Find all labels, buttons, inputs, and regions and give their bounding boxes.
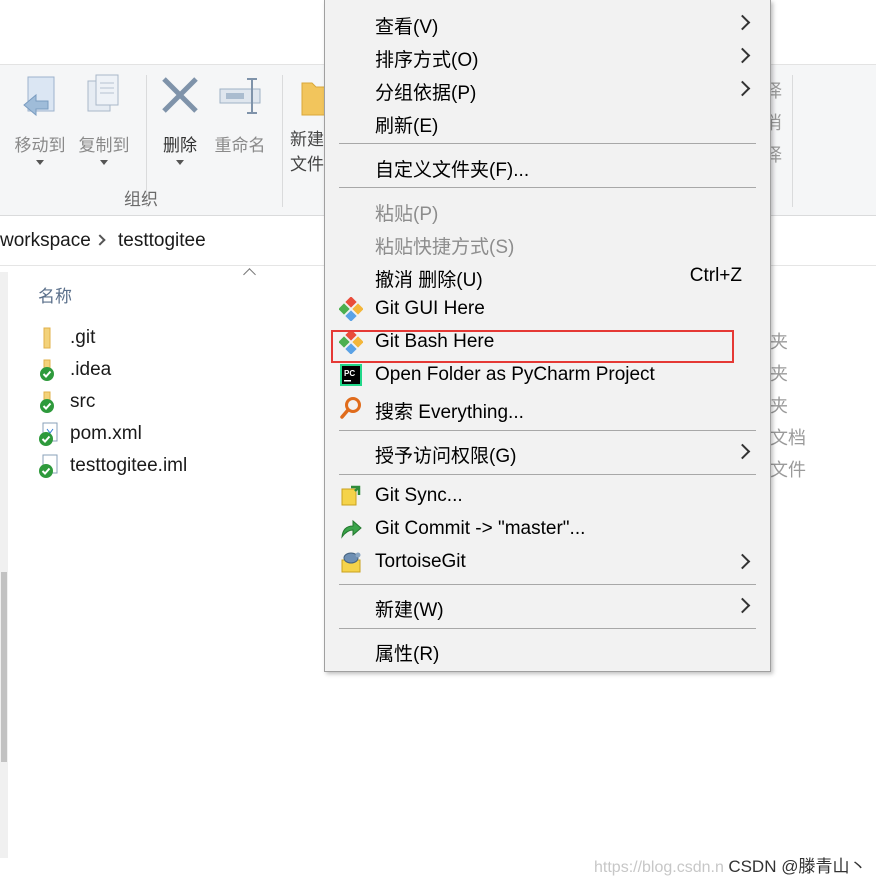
menu-separator: [339, 430, 756, 431]
file-name: .git: [70, 327, 96, 348]
chevron-right-icon: [734, 14, 751, 31]
menu-item-label: 查看(V): [375, 17, 439, 38]
menu-item-open-pycharm[interactable]: PC Open Folder as PyCharm Project: [325, 359, 770, 391]
sort-ascending-icon: [243, 268, 256, 281]
breadcrumb-workspace[interactable]: workspace: [0, 230, 91, 252]
menu-separator: [339, 584, 756, 585]
file-name: pom.xml: [70, 423, 142, 444]
navigation-scrollbar[interactable]: [0, 272, 8, 858]
copy-to-button[interactable]: 复制到: [78, 73, 130, 165]
menu-item-paste-shortcut: 粘贴快捷方式(S): [325, 227, 770, 259]
column-header-name[interactable]: 名称: [38, 282, 72, 307]
delete-button[interactable]: 删除: [154, 73, 206, 165]
menu-item-customize-folder[interactable]: 自定义文件夹(F)...: [325, 150, 770, 182]
menu-separator: [339, 187, 756, 188]
copy-to-label: 复制到: [78, 136, 130, 155]
menu-separator: [339, 474, 756, 475]
everything-search-icon: [339, 396, 363, 420]
svg-text:PC: PC: [344, 369, 355, 378]
chevron-down-icon: [36, 160, 44, 165]
folder-icon: [38, 326, 60, 350]
menu-item-label: TortoiseGit: [375, 551, 466, 572]
menu-item-label: Git Sync...: [375, 485, 463, 506]
file-type-fragment: 文件: [770, 460, 806, 480]
rename-icon: [214, 73, 266, 125]
folder-check-icon: [38, 390, 60, 414]
menu-item-label: Git Commit -> "master"...: [375, 518, 586, 539]
menu-item-label: Git GUI Here: [375, 298, 485, 319]
menu-separator: [339, 628, 756, 629]
menu-item-label: 分组依据(P): [375, 83, 477, 104]
menu-item-paste: 粘贴(P): [325, 194, 770, 226]
file-check-icon: [38, 454, 60, 478]
folder-check-icon: [38, 358, 60, 382]
rename-label: 重命名: [214, 136, 266, 155]
watermark-url: https://blog.csdn.n: [594, 859, 724, 876]
chevron-down-icon: [100, 160, 108, 165]
menu-item-label: Open Folder as PyCharm Project: [375, 364, 655, 385]
delete-label: 删除: [163, 136, 197, 155]
rename-button[interactable]: 重命名: [214, 73, 266, 156]
file-type-fragment: 夹: [770, 396, 788, 416]
ribbon-divider: [792, 75, 793, 207]
move-to-label: 移动到: [14, 136, 66, 155]
tortoisegit-icon: [339, 550, 363, 574]
file-type-fragment: 文档: [770, 428, 806, 448]
file-type-fragment: 夹: [770, 364, 788, 384]
menu-item-group-by[interactable]: 分组依据(P): [325, 73, 770, 105]
file-name: .idea: [70, 359, 112, 380]
chevron-down-icon: [176, 160, 184, 165]
scrollbar-thumb[interactable]: [1, 572, 7, 762]
menu-item-give-access[interactable]: 授予访问权限(G): [325, 436, 770, 468]
menu-item-label: 撤消 删除(U): [375, 270, 483, 291]
ribbon-group-label: 组织: [124, 190, 158, 209]
copy-to-icon: [78, 73, 130, 125]
delete-x-icon: [154, 73, 206, 125]
menu-item-new[interactable]: 新建(W): [325, 590, 770, 622]
menu-item-view[interactable]: 查看(V): [325, 7, 770, 39]
menu-separator: [339, 143, 756, 144]
chevron-right-icon: [734, 597, 751, 614]
git-gui-icon: [338, 296, 364, 322]
menu-item-undo-delete[interactable]: 撤消 删除(U) Ctrl+Z: [325, 260, 770, 292]
menu-item-label: 粘贴快捷方式(S): [375, 237, 515, 258]
move-to-icon: [14, 73, 66, 125]
watermark: https://blog.csdn.n CSDN @滕青山丶: [594, 852, 866, 877]
menu-item-git-gui-here[interactable]: Git GUI Here: [325, 293, 770, 325]
pycharm-icon: PC: [339, 363, 363, 387]
menu-item-label: 属性(R): [375, 644, 440, 665]
git-sync-icon: [339, 484, 363, 508]
menu-item-refresh[interactable]: 刷新(E): [325, 106, 770, 138]
xml-file-check-icon: [38, 422, 60, 446]
menu-item-git-sync[interactable]: Git Sync...: [325, 480, 770, 512]
git-commit-icon: [339, 517, 363, 541]
menu-item-label: 粘贴(P): [375, 204, 439, 225]
highlight-annotation-box: [331, 330, 734, 363]
menu-item-properties[interactable]: 属性(R): [325, 634, 770, 666]
menu-item-tortoisegit[interactable]: TortoiseGit: [325, 546, 770, 578]
menu-item-shortcut: Ctrl+Z: [689, 265, 742, 286]
context-menu: 查看(V) 排序方式(O) 分组依据(P) 刷新(E) 自定义文件夹(F)...…: [324, 0, 771, 672]
watermark-brand: CSDN @滕青山丶: [728, 857, 867, 876]
breadcrumb-testtogitee[interactable]: testtogitee: [118, 230, 206, 252]
chevron-right-icon: [734, 443, 751, 460]
move-to-button[interactable]: 移动到: [14, 73, 66, 165]
file-type-fragment: 夹: [770, 332, 788, 352]
menu-item-label: 新建(W): [375, 600, 444, 621]
chevron-right-icon: [734, 553, 751, 570]
file-name: testtogitee.iml: [70, 455, 188, 476]
menu-item-label: 刷新(E): [375, 116, 439, 137]
chevron-right-icon: [734, 47, 751, 64]
menu-item-git-commit[interactable]: Git Commit -> "master"...: [325, 513, 770, 545]
menu-item-label: 搜索 Everything...: [375, 402, 524, 423]
ribbon-divider: [282, 75, 283, 207]
menu-item-label: 授予访问权限(G): [375, 446, 517, 467]
chevron-right-icon: [734, 80, 751, 97]
file-name: src: [70, 391, 96, 412]
menu-item-label: 排序方式(O): [375, 50, 479, 71]
menu-item-search-everything[interactable]: 搜索 Everything...: [325, 392, 770, 424]
chevron-right-icon: [94, 234, 106, 246]
menu-item-label: 自定义文件夹(F)...: [375, 160, 530, 181]
menu-item-sort-by[interactable]: 排序方式(O): [325, 40, 770, 72]
